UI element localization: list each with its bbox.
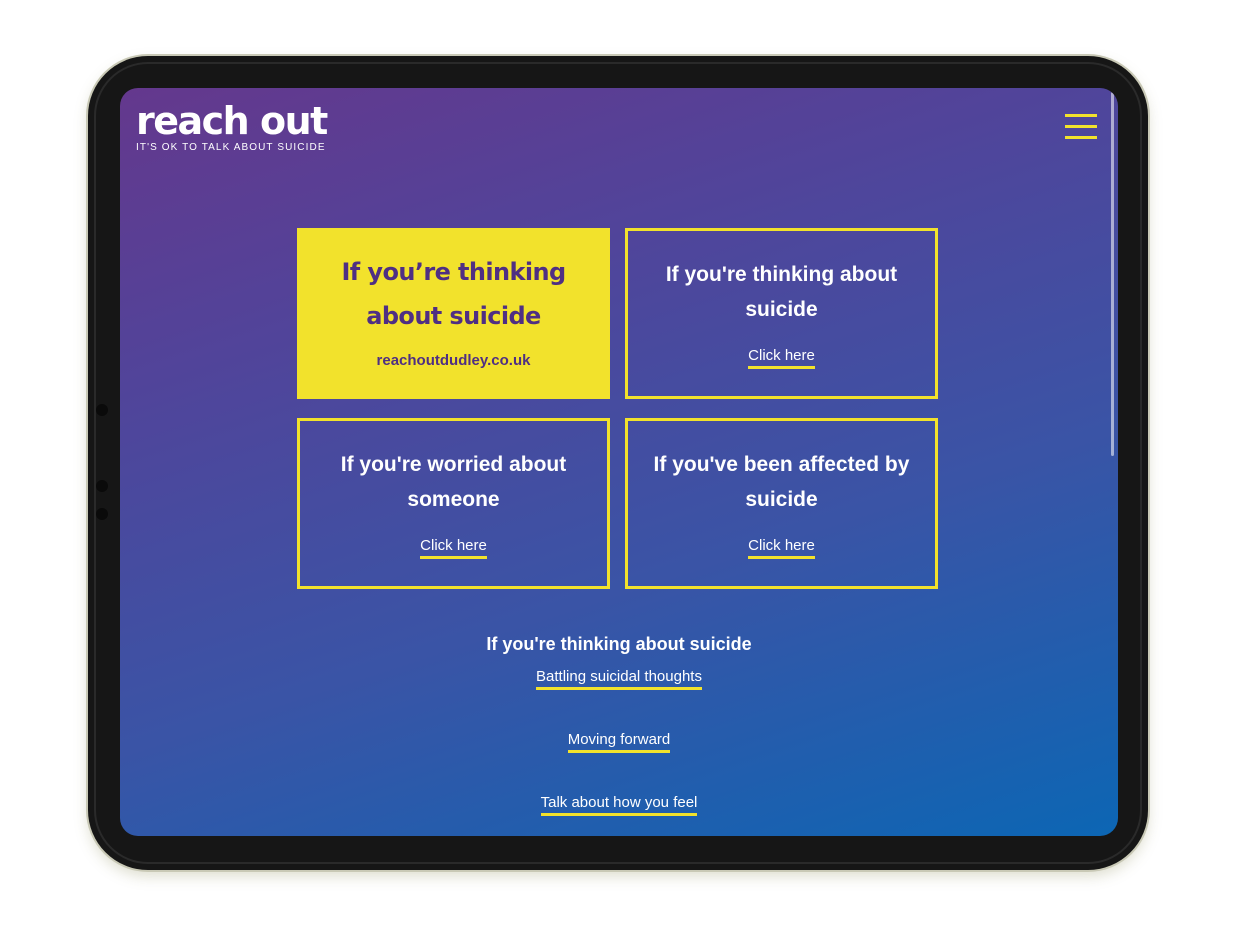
hamburger-menu-icon[interactable] <box>1065 114 1097 140</box>
link-label[interactable]: Talk about how you feel <box>540 794 698 816</box>
card-thinking-about-suicide-featured[interactable]: If you’re thinking about suicide reachou… <box>297 228 610 399</box>
tablet-frame: reach out IT'S OK TO TALK ABOUT SUICIDE … <box>88 56 1148 870</box>
browser-viewport: reach out IT'S OK TO TALK ABOUT SUICIDE … <box>120 88 1118 836</box>
card-heading: If you’re thinking about suicide <box>341 258 566 330</box>
link-battling-suicidal-thoughts[interactable]: Battling suicidal thoughts <box>120 668 1118 690</box>
logo-title: reach out <box>136 99 328 143</box>
scrollbar[interactable] <box>1111 92 1114 456</box>
card-site-link[interactable]: reachoutdudley.co.uk <box>300 352 607 369</box>
link-label[interactable]: Battling suicidal thoughts <box>536 668 702 690</box>
click-here-link[interactable]: Click here <box>420 537 487 559</box>
card-thinking-about-suicide[interactable]: If you're thinking about suicide Click h… <box>625 228 938 399</box>
camera-dot <box>96 480 108 492</box>
camera-dot <box>96 508 108 520</box>
logo-tagline: IT'S OK TO TALK ABOUT SUICIDE <box>136 142 326 153</box>
card-heading: If you've been affected by suicide <box>653 453 910 511</box>
link-label[interactable]: Moving forward <box>567 731 671 753</box>
section-title: If you're thinking about suicide <box>486 634 752 654</box>
camera-dot <box>96 404 108 416</box>
site-logo[interactable]: reach out IT'S OK TO TALK ABOUT SUICIDE <box>136 99 328 154</box>
click-here-link[interactable]: Click here <box>748 347 815 369</box>
link-moving-forward[interactable]: Moving forward <box>120 731 1118 753</box>
card-worried-about-someone[interactable]: If you're worried about someone Click he… <box>297 418 610 589</box>
card-affected-by-suicide[interactable]: If you've been affected by suicide Click… <box>625 418 938 589</box>
card-heading: If you're thinking about suicide <box>665 263 898 321</box>
link-talk-about-how-you-feel[interactable]: Talk about how you feel <box>120 794 1118 816</box>
card-heading: If you're worried about someone <box>340 453 567 511</box>
click-here-link[interactable]: Click here <box>748 537 815 559</box>
